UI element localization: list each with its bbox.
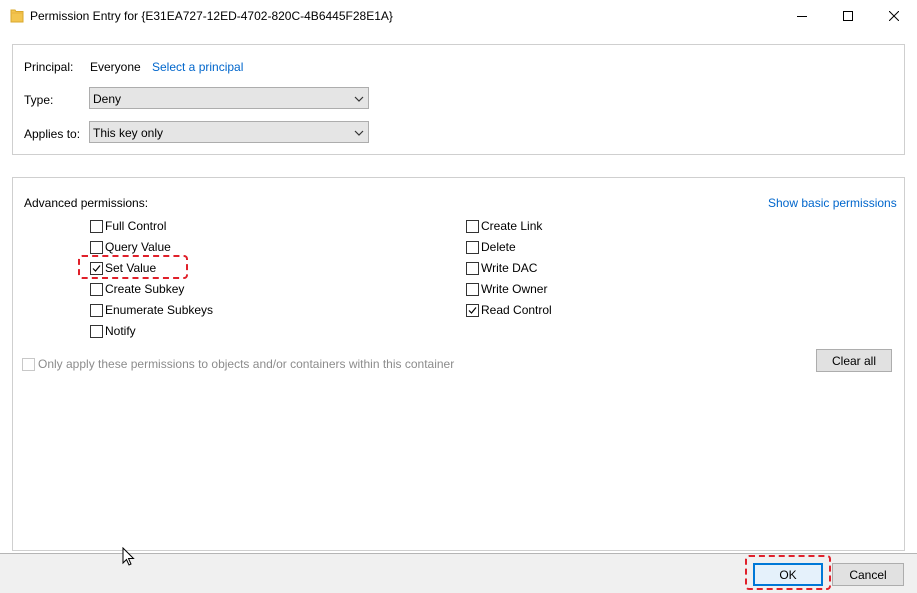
type-dropdown[interactable]: Deny: [89, 87, 369, 109]
window-title: Permission Entry for {E31EA727-12ED-4702…: [30, 9, 393, 23]
permission-checkbox-delete[interactable]: [466, 241, 479, 254]
minimize-button[interactable]: [779, 0, 825, 31]
advanced-permissions-heading: Advanced permissions:: [24, 196, 149, 210]
applies-to-label: Applies to:: [24, 127, 81, 141]
permission-label: Query Value: [105, 240, 171, 254]
minimize-icon: [797, 15, 807, 17]
title-bar: Permission Entry for {E31EA727-12ED-4702…: [0, 0, 917, 31]
permission-label: Read Control: [481, 303, 552, 317]
principal-label: Principal:: [24, 60, 74, 74]
permission-label: Write Owner: [481, 282, 548, 296]
permission-checkbox-write-owner[interactable]: [466, 283, 479, 296]
clear-all-button[interactable]: Clear all: [816, 349, 892, 372]
type-selected-value: Deny: [93, 92, 122, 106]
permission-checkbox-notify[interactable]: [90, 325, 103, 338]
maximize-icon: [843, 10, 853, 21]
permission-label: Create Link: [481, 219, 543, 233]
permission-label: Delete: [481, 240, 516, 254]
chevron-down-icon: [354, 130, 364, 136]
chevron-down-icon: [354, 96, 364, 102]
ok-button-highlight: [745, 555, 831, 590]
folder-icon: [10, 7, 24, 23]
cancel-button[interactable]: Cancel: [832, 563, 904, 586]
type-label: Type:: [24, 93, 54, 107]
permission-label: Notify: [105, 324, 136, 338]
permission-label: Enumerate Subkeys: [105, 303, 214, 317]
show-basic-permissions-link[interactable]: Show basic permissions: [768, 196, 897, 210]
permission-checkbox-create-subkey[interactable]: [90, 283, 103, 296]
permission-checkbox-create-link[interactable]: [466, 220, 479, 233]
only-apply-checkbox[interactable]: [22, 358, 35, 371]
permission-label: Create Subkey: [105, 282, 185, 296]
permission-checkbox-enumerate-subkeys[interactable]: [90, 304, 103, 317]
select-principal-link[interactable]: Select a principal: [152, 60, 243, 74]
maximize-button[interactable]: [825, 0, 871, 31]
permission-checkbox-write-dac[interactable]: [466, 262, 479, 275]
permission-checkbox-full-control[interactable]: [90, 220, 103, 233]
applies-to-selected-value: This key only: [93, 126, 164, 140]
permission-checkbox-read-control[interactable]: [466, 304, 479, 317]
checkmark-icon: [468, 307, 477, 314]
permission-label: Full Control: [105, 219, 167, 233]
close-button[interactable]: [871, 0, 917, 31]
permission-label: Write DAC: [481, 261, 538, 275]
set-value-highlight: [78, 255, 188, 279]
only-apply-label: Only apply these permissions to objects …: [38, 357, 455, 371]
applies-to-dropdown[interactable]: This key only: [89, 121, 369, 143]
close-icon: [889, 10, 899, 21]
principal-value: Everyone: [90, 60, 141, 74]
permission-checkbox-query-value[interactable]: [90, 241, 103, 254]
mouse-cursor-icon: [122, 547, 135, 566]
